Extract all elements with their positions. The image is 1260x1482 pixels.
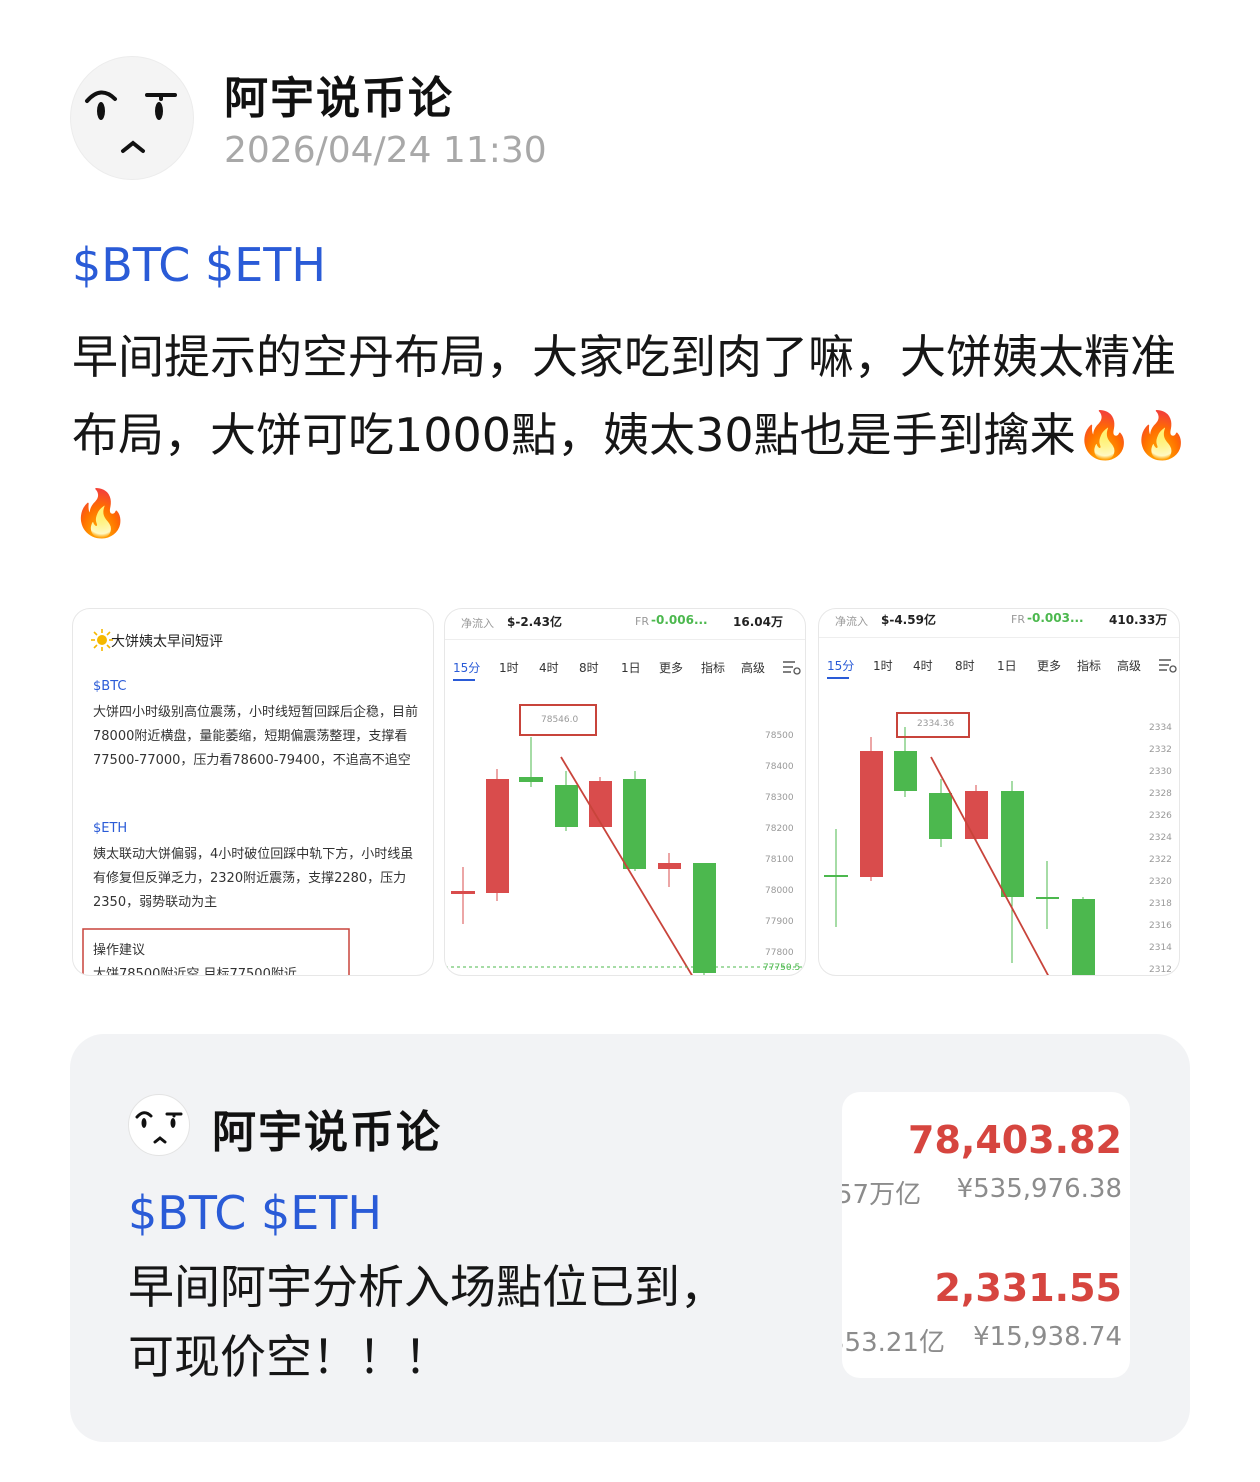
eth-y-tick: 2314 (1149, 943, 1172, 953)
quoted-post-text-line: 可现价空！！！ (128, 1330, 450, 1384)
eth-y-tick: 2334 (1149, 723, 1172, 733)
eth-price-cny: ¥15,938.74 (973, 1322, 1122, 1352)
sad-face-avatar-icon (85, 90, 177, 153)
post-date: 2026/04/24 11:30 (224, 130, 547, 171)
analysis-image-canvas (82, 629, 350, 975)
btc-y-tick: 77800 (765, 948, 794, 958)
eth-y-tick: 2318 (1149, 899, 1172, 909)
analysis-eth-text: 姨太联动大饼偏弱，4小时破位回踩中轨下方，小时线虽有修复但反弹乏力，2320附近… (93, 847, 414, 910)
suggestion-title: 操作建议 (93, 943, 146, 958)
quoted-author-name[interactable]: 阿宇说币论 (212, 1096, 442, 1160)
analysis-btc-text: 大饼四小时级别高位震荡，小时线短暂回踩后企稳，目前78000附近横盘，量能萎缩，… (93, 705, 419, 768)
eth-price: 2,331.55 (934, 1266, 1122, 1310)
eth-y-tick: 2312 (1149, 965, 1172, 975)
analysis-title: 大饼姨太早间短评 (111, 634, 223, 650)
btc-market-cap: 57万亿 (842, 1180, 922, 1210)
eth-chart-image[interactable]: 净流入 $-4.59亿 FR -0.003... 410.33万 15分 1时 … (818, 608, 1180, 976)
btc-y-tick: 78000 (765, 886, 794, 896)
eth-marker-label: 2334.36 (917, 719, 955, 729)
eth-y-tick: 2320 (1149, 877, 1172, 887)
quoted-author-avatar[interactable] (128, 1094, 190, 1156)
btc-y-tick: 78300 (765, 793, 794, 803)
eth-y-tick: 2316 (1149, 921, 1172, 931)
eth-y-tick: 2322 (1149, 855, 1172, 865)
btc-y-tick: 78400 (765, 762, 794, 772)
btc-chart-image[interactable]: 净流入 $-2.43亿 FR -0.006... 16.04万 15分 1时 4… (444, 608, 806, 976)
btc-price-cny: ¥535,976.38 (956, 1174, 1122, 1204)
sun-icon (91, 629, 113, 651)
settings-icon (783, 661, 801, 675)
author-name[interactable]: 阿宇说币论 (224, 62, 454, 126)
eth-y-tick: 2326 (1149, 811, 1172, 821)
post-body-text: 早间提示的空丹布局，大家吃到肉了嘛，大饼姨太精准布局，大饼可吃1000點，姨太3… (72, 330, 1191, 540)
price-widget[interactable]: 78,403.82 57万亿 ¥535,976.38 2,331.55 353.… (842, 1092, 1130, 1378)
btc-candle-chart (445, 661, 805, 975)
eth-candle-chart (824, 659, 1177, 975)
btc-y-tick: 78500 (765, 731, 794, 741)
analysis-eth-label: $ETH (93, 821, 128, 836)
quoted-post-text-line: 早间阿宇分析入场點位已到， (128, 1260, 726, 1314)
btc-marker-label: 78546.0 (541, 715, 579, 725)
suggestion-text: 大饼78500附近空 目标77500附近 (93, 967, 297, 976)
eth-y-tick: 2332 (1149, 745, 1172, 755)
post-tags[interactable]: $BTC $ETH (72, 238, 326, 292)
eth-y-tick: 2324 (1149, 833, 1172, 843)
sad-face-avatar-icon (135, 1111, 183, 1144)
btc-y-tick: 78100 (765, 855, 794, 865)
btc-price: 78,403.82 (908, 1118, 1122, 1162)
eth-market-cap: 353.21亿 (842, 1328, 945, 1358)
analysis-btc-label: $BTC (93, 679, 127, 694)
eth-y-tick: 2328 (1149, 789, 1172, 799)
settings-icon (1159, 659, 1177, 673)
quoted-post-tags[interactable]: $BTC $ETH (128, 1186, 382, 1240)
btc-y-tick: 78200 (765, 824, 794, 834)
btc-y-tick-current: 77750.5 (763, 963, 801, 973)
analysis-image[interactable]: 大饼姨太早间短评 $BTC 大饼四小时级别高位震荡，小时线短暂回踩后企稳，目前7… (72, 608, 434, 976)
eth-y-tick: 2330 (1149, 767, 1172, 777)
author-avatar[interactable] (70, 56, 194, 180)
quoted-post-text: 早间阿宇分析入场點位已到， 可现价空！！！ (128, 1252, 808, 1392)
btc-y-tick: 77900 (765, 917, 794, 927)
